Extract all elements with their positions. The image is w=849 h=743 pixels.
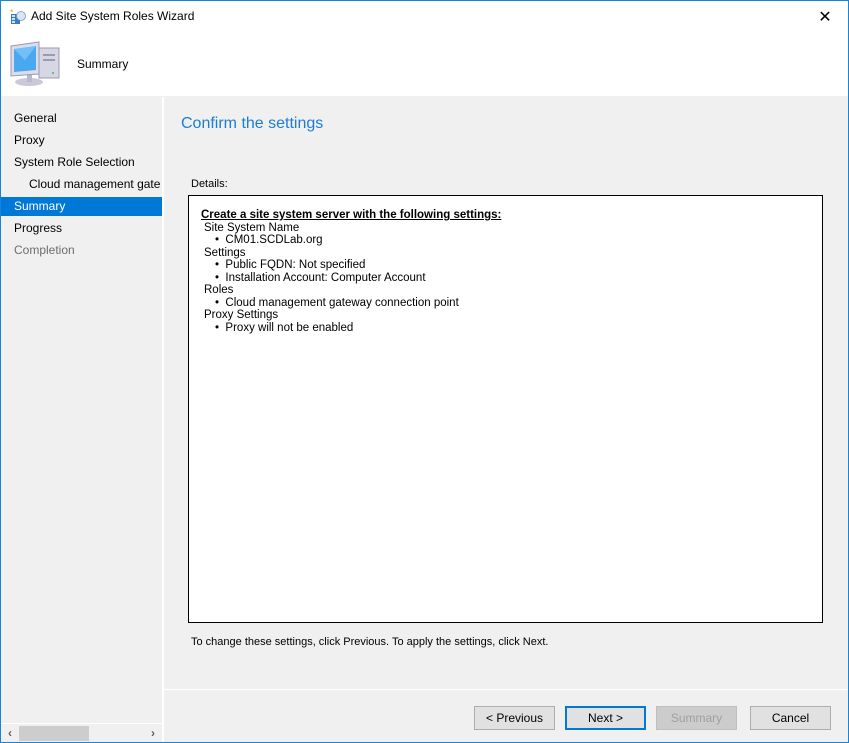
cancel-button[interactable]: Cancel: [750, 706, 831, 730]
sidebar-item-progress[interactable]: Progress: [1, 219, 162, 238]
sidebar-item-completion: Completion: [1, 241, 162, 260]
sidebar-item-label: Progress: [14, 221, 63, 235]
details-content: Create a site system server with the fol…: [201, 209, 501, 334]
sidebar-item-system-role-selection[interactable]: System Role Selection: [1, 153, 162, 172]
window-title: Add Site System Roles Wizard: [31, 9, 195, 23]
wizard-window: Add Site System Roles Wizard ✕ Summary G…: [0, 0, 849, 743]
details-section-title: Roles: [204, 284, 234, 296]
details-section-title: Site System Name: [204, 221, 300, 234]
wizard-steps-sidebar: General Proxy System Role Selection Clou…: [1, 97, 164, 742]
computer-icon: [10, 41, 60, 86]
wizard-header: Summary: [1, 32, 848, 96]
title-bar: Add Site System Roles Wizard ✕: [1, 1, 848, 32]
details-section-title: Proxy Settings: [204, 309, 279, 321]
page-heading: Confirm the settings: [181, 115, 324, 132]
summary-button: Summary: [656, 706, 737, 730]
scrollbar-thumb[interactable]: [19, 726, 89, 741]
sidebar-horizontal-scrollbar[interactable]: ‹ ›: [1, 723, 162, 742]
scroll-right-arrow-icon[interactable]: ›: [145, 725, 161, 742]
details-bullet: • Public FQDN: Not specified: [215, 259, 366, 271]
footer-divider: [164, 689, 848, 690]
details-bullet: • CM01.SCDLab.org: [215, 234, 323, 246]
sidebar-item-summary[interactable]: Summary: [1, 197, 162, 216]
scroll-left-arrow-icon[interactable]: ‹: [2, 725, 18, 742]
wizard-app-icon: [10, 9, 26, 24]
sidebar-item-label: General: [14, 111, 57, 125]
details-box[interactable]: Create a site system server with the fol…: [188, 195, 823, 623]
details-section-title: Settings: [204, 246, 246, 259]
details-header: Create a site system server with the fol…: [201, 209, 502, 221]
next-button[interactable]: Next >: [565, 706, 646, 730]
sidebar-item-proxy[interactable]: Proxy: [1, 131, 162, 150]
previous-button[interactable]: < Previous: [474, 706, 555, 730]
sidebar-item-label: System Role Selection: [14, 155, 135, 169]
details-bullet: • Cloud management gateway connection po…: [215, 296, 459, 309]
details-label: Details:: [191, 178, 228, 190]
details-bullet: • Installation Account: Computer Account: [215, 271, 426, 284]
sidebar-item-label: Summary: [14, 199, 66, 213]
sidebar-item-cloud-management-gateway[interactable]: Cloud management gate: [1, 175, 162, 194]
close-icon: ✕: [818, 8, 832, 26]
instruction-text: To change these settings, click Previous…: [191, 636, 549, 648]
sidebar-item-label: Cloud management gate: [29, 177, 161, 191]
sidebar-item-label: Proxy: [14, 133, 45, 147]
details-bullet: • Proxy will not be enabled: [215, 321, 354, 334]
sidebar-item-label: Completion: [14, 243, 75, 257]
wizard-content: Confirm the settings Details: Create a s…: [164, 97, 848, 742]
close-button[interactable]: ✕: [802, 1, 848, 32]
header-title: Summary: [77, 57, 129, 71]
sidebar-item-general[interactable]: General: [1, 109, 162, 128]
